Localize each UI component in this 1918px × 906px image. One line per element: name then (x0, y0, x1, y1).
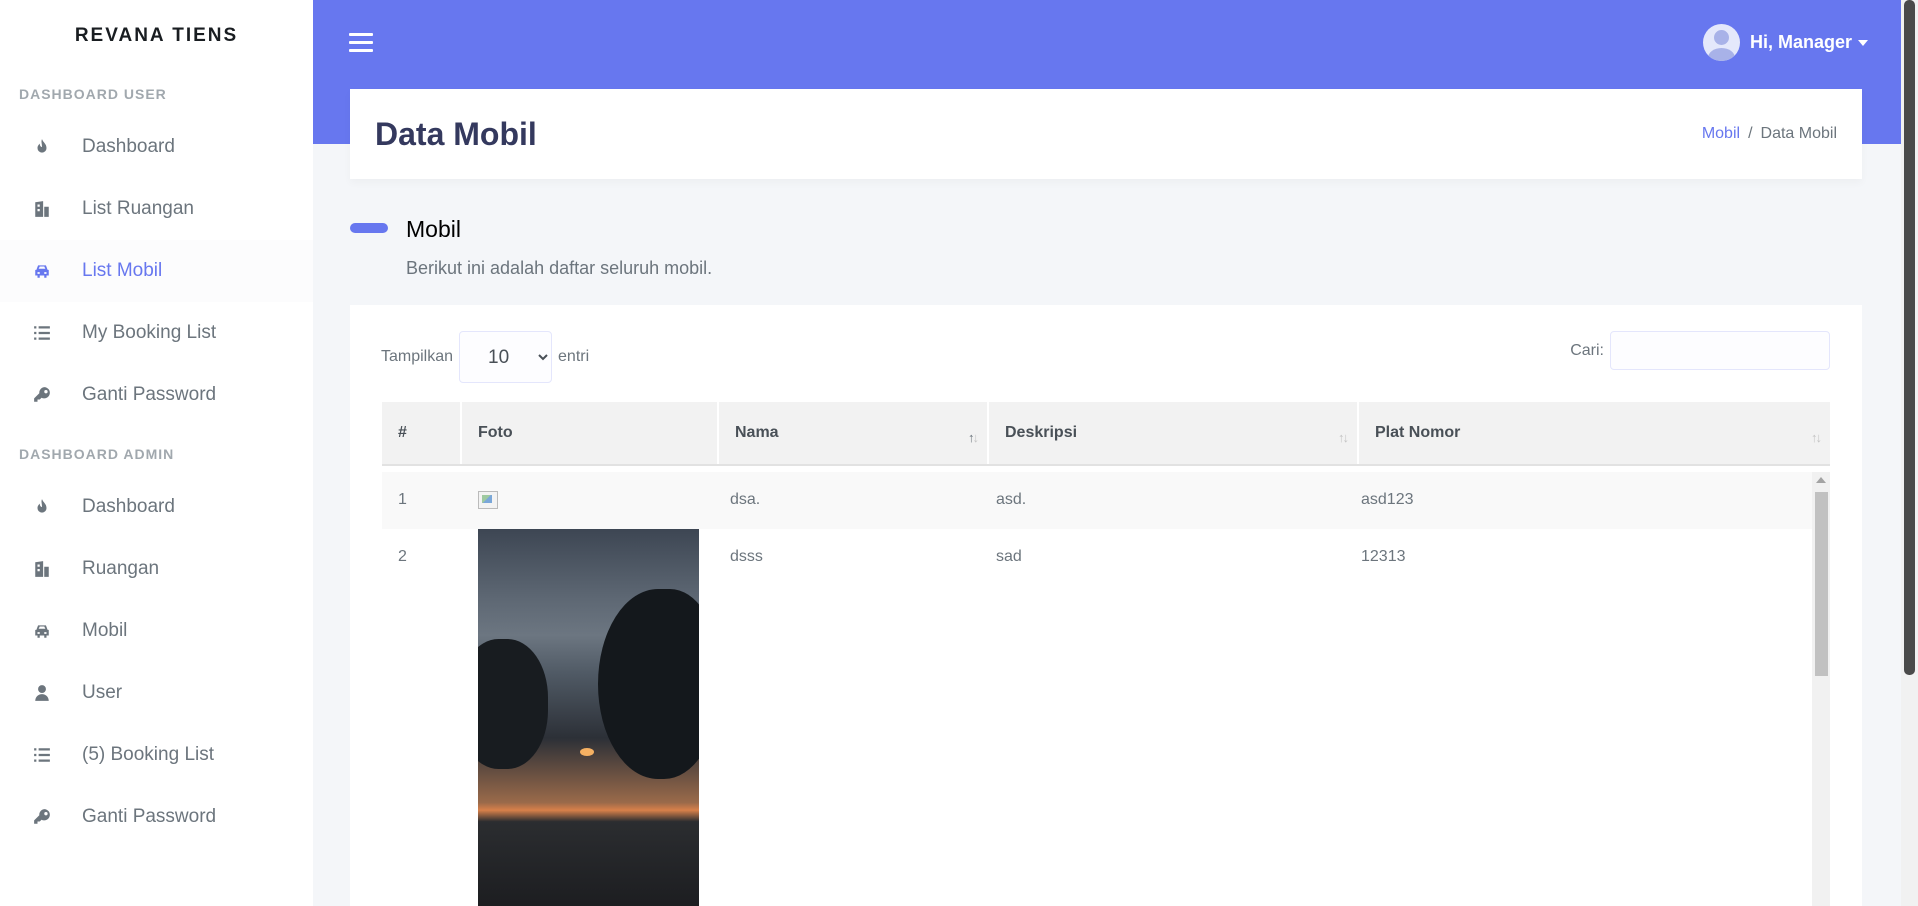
sidebar-item-user[interactable]: User (0, 662, 313, 724)
sort-icon: ↑↓ (1811, 430, 1822, 445)
sidebar-item-list-mobil[interactable]: List Mobil (0, 240, 313, 302)
car-icon (33, 622, 51, 640)
search-label: Cari: (1570, 341, 1604, 359)
sidebar-item-label: Ganti Password (82, 806, 217, 827)
column-header-label: Plat Nomor (1375, 424, 1461, 441)
sidebar-item-label: Dashboard (82, 496, 175, 517)
cell-plat-nomor: asd123 (1361, 491, 1414, 508)
broken-image-icon (478, 491, 498, 509)
caret-down-icon (1858, 39, 1868, 46)
cell-foto (462, 472, 714, 529)
column-header-deskripsi[interactable]: Deskripsi ↑↓ (989, 402, 1359, 464)
cell-nama: dsa. (730, 491, 761, 508)
table-body: 1 dsa. asd. asd123 2 dsss sad 12313 (382, 472, 1830, 906)
table-search: Cari: (1570, 331, 1830, 370)
sort-ascending-icon: ↑↓ (968, 430, 979, 445)
sidebar-item-booking-list[interactable]: (5) Booking List (0, 724, 313, 786)
breadcrumb: Mobil / Data Mobil (1702, 125, 1837, 143)
scroll-up-arrow-icon[interactable] (1816, 477, 1826, 483)
sidebar-item-dashboard[interactable]: Dashboard (0, 116, 313, 178)
section-title: Mobil (406, 216, 461, 242)
sidebar-item-my-booking-list[interactable]: My Booking List (0, 302, 313, 364)
list-icon (33, 746, 51, 764)
page-title: Data Mobil (375, 116, 537, 152)
table-row: 2 dsss sad 12313 (382, 529, 1830, 906)
data-table-card: Tampilkan 10 entri Cari: # Foto Nama ↑↓ D… (350, 305, 1862, 906)
length-label-before: Tampilkan (381, 348, 454, 365)
fire-icon (33, 138, 51, 156)
breadcrumb-current: Data Mobil (1760, 125, 1837, 142)
sidebar-item-label: User (82, 682, 123, 703)
page-scrollbar-thumb[interactable] (1904, 0, 1915, 675)
sidebar-item-admin-dashboard[interactable]: Dashboard (0, 476, 313, 538)
cell-number: 1 (398, 491, 407, 508)
column-header-label: Foto (478, 424, 513, 441)
menu-header-user: DASHBOARD USER (19, 86, 167, 102)
column-header-plat-nomor[interactable]: Plat Nomor ↑↓ (1359, 402, 1830, 464)
photo-tree (598, 589, 699, 779)
column-header-foto[interactable]: Foto (462, 402, 719, 464)
column-header-label: Nama (735, 424, 779, 441)
length-label-after: entri (558, 348, 590, 365)
menu-header-admin: DASHBOARD ADMIN (19, 446, 175, 462)
user-dropdown[interactable]: Hi, Manager (1702, 24, 1868, 61)
sidebar-item-label: My Booking List (82, 322, 217, 343)
user-greeting: Hi, Manager (1749, 32, 1852, 52)
sidebar-item-list-ruangan[interactable]: List Ruangan (0, 178, 313, 240)
table-scrollbar[interactable] (1812, 472, 1830, 906)
column-header-nama[interactable]: Nama ↑↓ (719, 402, 989, 464)
breadcrumb-link-mobil[interactable]: Mobil (1702, 125, 1740, 142)
section-lead: Berikut ini adalah daftar seluruh mobil. (406, 258, 713, 278)
section-accent-bar (350, 223, 388, 233)
table-row: 1 dsa. asd. asd123 (382, 472, 1830, 529)
key-icon (33, 386, 51, 404)
brand-logo[interactable]: REVANA TIENS (0, 0, 313, 72)
sidebar: REVANA TIENS DASHBOARD USER Dashboard Li… (0, 0, 313, 906)
column-header-label: Deskripsi (1005, 424, 1078, 441)
sidebar-item-label: (5) Booking List (82, 744, 215, 765)
sidebar-item-mobil[interactable]: Mobil (0, 600, 313, 662)
avatar (1702, 24, 1740, 61)
sidebar-item-label: List Mobil (82, 260, 163, 281)
cell-number: 2 (398, 548, 407, 565)
key-icon (33, 808, 51, 826)
table-scrollbar-thumb[interactable] (1815, 492, 1828, 676)
column-header-label: # (398, 424, 407, 441)
breadcrumb-separator: / (1748, 125, 1753, 142)
cell-deskripsi: asd. (996, 491, 1027, 508)
sidebar-item-ruangan[interactable]: Ruangan (0, 538, 313, 600)
cell-plat-nomor: 12313 (1361, 548, 1406, 565)
sidebar-item-label: Mobil (82, 620, 128, 641)
hamburger-menu-icon[interactable] (349, 30, 373, 54)
cell-foto (462, 529, 714, 906)
fire-icon (33, 498, 51, 516)
sidebar-item-label: Dashboard (82, 136, 175, 157)
page-scrollbar[interactable] (1901, 0, 1918, 906)
table-length-control: Tampilkan 10 entri (381, 331, 589, 383)
user-icon (33, 684, 51, 702)
sidebar-item-label: List Ruangan (82, 198, 194, 219)
table-header: # Foto Nama ↑↓ Deskripsi ↑↓ Plat Nomor ↑↓ (382, 402, 1830, 466)
column-header-number[interactable]: # (382, 402, 462, 464)
list-icon (33, 324, 51, 342)
building-icon (33, 200, 51, 218)
photo-sun (580, 748, 594, 756)
sidebar-item-admin-ganti-password[interactable]: Ganti Password (0, 786, 313, 848)
entries-per-page-select[interactable]: 10 (459, 331, 553, 383)
car-icon (33, 262, 51, 280)
car-photo (478, 529, 699, 906)
search-input[interactable] (1610, 331, 1830, 370)
cell-deskripsi: sad (996, 548, 1022, 565)
sidebar-item-label: Ganti Password (82, 384, 217, 405)
section-header: Data Mobil Mobil / Data Mobil (350, 89, 1862, 179)
sort-icon: ↑↓ (1338, 430, 1349, 445)
photo-tree (478, 639, 548, 769)
sidebar-item-ganti-password[interactable]: Ganti Password (0, 364, 313, 426)
building-icon (33, 560, 51, 578)
sidebar-item-label: Ruangan (82, 558, 160, 579)
cell-nama: dsss (730, 548, 763, 565)
